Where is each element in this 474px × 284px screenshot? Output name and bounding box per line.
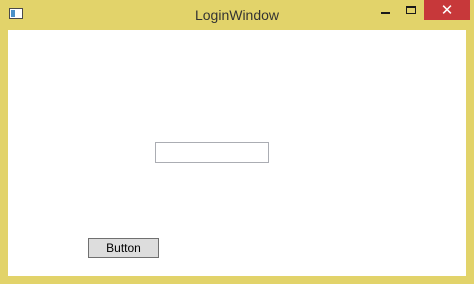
close-icon: ✕	[440, 0, 454, 19]
button[interactable]: Button	[88, 238, 159, 258]
maximize-button[interactable]	[398, 0, 424, 20]
text-input[interactable]	[155, 142, 269, 163]
login-window: LoginWindow ✕ Button	[0, 0, 474, 284]
title-bar[interactable]: LoginWindow ✕	[0, 0, 474, 30]
maximize-icon	[406, 6, 416, 14]
minimize-button[interactable]	[372, 0, 398, 20]
minimize-icon	[380, 12, 390, 14]
close-button[interactable]: ✕	[424, 0, 470, 20]
window-content: Button	[8, 30, 466, 276]
